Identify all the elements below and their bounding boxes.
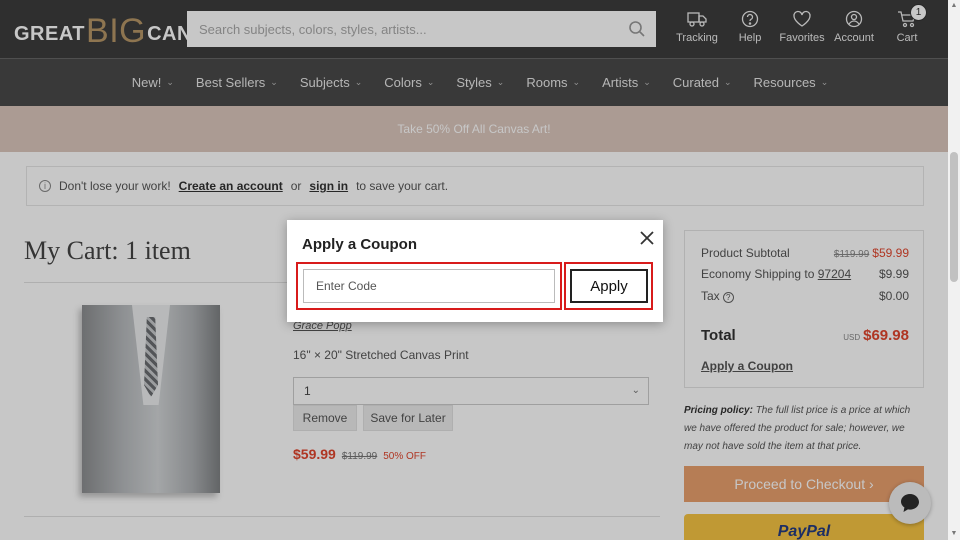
coupon-code-input[interactable]: [303, 269, 555, 303]
scroll-down-arrow-icon[interactable]: ▼: [948, 528, 960, 540]
modal-title: Apply a Coupon: [302, 236, 417, 253]
scroll-thumb[interactable]: [950, 152, 958, 282]
apply-coupon-button[interactable]: Apply: [570, 269, 648, 303]
page-scrollbar[interactable]: ▲ ▼: [948, 0, 960, 540]
apply-button-highlight: Apply: [564, 262, 653, 310]
scroll-up-arrow-icon[interactable]: ▲: [948, 0, 960, 12]
coupon-code-highlight: [296, 262, 562, 310]
apply-coupon-modal: Apply a Coupon Apply: [287, 220, 663, 322]
close-icon[interactable]: [639, 230, 655, 246]
